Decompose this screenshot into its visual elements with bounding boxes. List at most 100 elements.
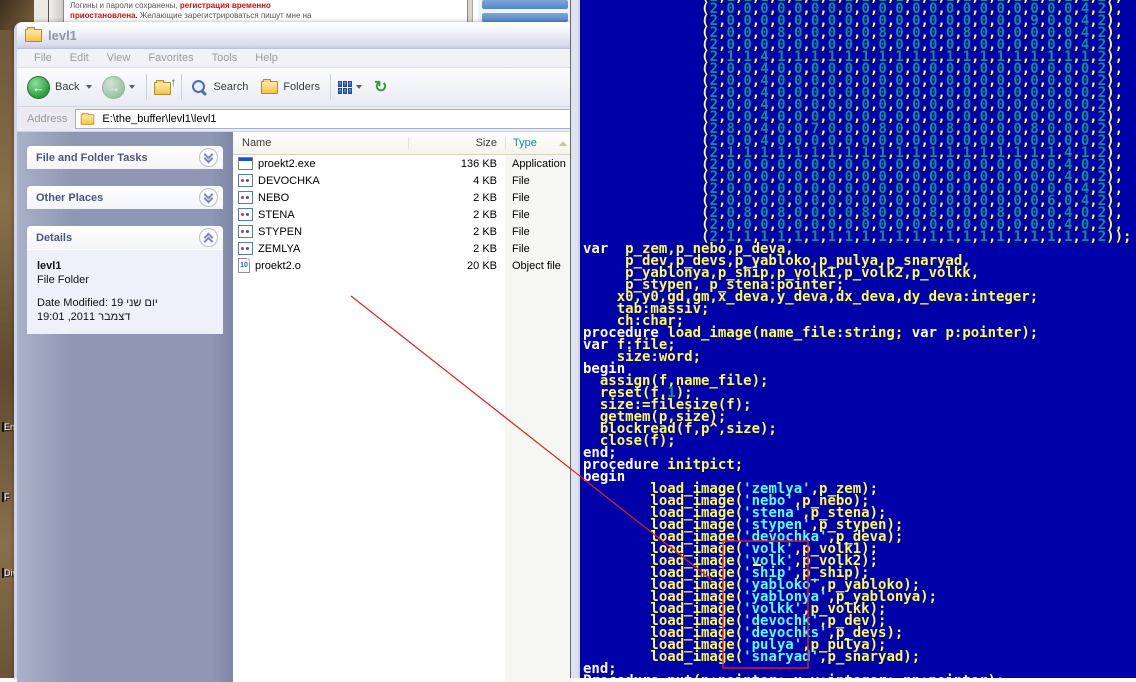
file-row[interactable]: NEBO 2 KBFile — [233, 189, 573, 206]
browser-text-gray1: Логины и пароли сохранены, — [70, 1, 180, 10]
up-button[interactable]: ↑ — [154, 79, 174, 95]
file-name: NEBO — [258, 192, 289, 204]
file-name: STENA — [258, 209, 295, 221]
code-text: (2,1,1,1,1,1,1,1,1,1,1,1,1,1,1,1,1,1,1,1… — [580, 0, 1136, 678]
list-header: Name Size Type — [233, 132, 573, 155]
back-button-label: Back — [55, 81, 79, 93]
chevron-down-icon[interactable] — [199, 148, 218, 167]
desktop-icon-label: Div — [4, 568, 14, 578]
file-name: proekt2.exe — [258, 158, 315, 170]
code-line: procedure initpict; — [583, 459, 1136, 471]
browser-window-edge — [34, 0, 49, 22]
back-dropdown-icon[interactable] — [86, 85, 92, 89]
browser-pane-border — [467, 0, 473, 22]
file-row[interactable]: STENA 2 KBFile — [233, 206, 573, 223]
back-button[interactable]: ← — [27, 76, 50, 99]
menu-bar: FileEditViewFavoritesToolsHelp — [17, 49, 573, 68]
file-name: proekt2.o — [255, 260, 301, 272]
browser-text: Логины и пароли сохранены, регистрация в… — [70, 1, 312, 21]
desktop-icon-enl[interactable]: Enl — [0, 422, 14, 432]
media-file-icon — [238, 191, 253, 204]
panel-details: Details levl1 File Folder Date Modified:… — [27, 226, 223, 334]
chevron-down-icon[interactable] — [199, 188, 218, 207]
file-row[interactable]: DEVOCHKA 4 KBFile — [233, 172, 573, 189]
toolbar-separator — [181, 74, 182, 100]
panel-other-places: Other Places — [27, 186, 223, 209]
title-bar[interactable]: levl1 — [17, 22, 573, 49]
file-size: 2 KB — [408, 192, 505, 204]
file-size: 2 KB — [408, 209, 505, 221]
menu-item-help[interactable]: Help — [246, 52, 287, 64]
menu-item-favorites[interactable]: Favorites — [139, 52, 202, 64]
panel-file-and-folder-tasks: File and Folder Tasks — [27, 146, 223, 169]
file-type: File — [505, 192, 573, 204]
panel-header[interactable]: File and Folder Tasks — [27, 146, 223, 169]
file-type: Object file — [505, 260, 573, 272]
file-size: 4 KB — [408, 175, 505, 187]
folders-icon[interactable] — [261, 81, 278, 94]
chevron-up-icon[interactable] — [199, 228, 218, 247]
desktop-icon-f[interactable]: F — [0, 492, 14, 502]
browser-scrollbar — [49, 0, 64, 22]
address-label: Address — [27, 113, 67, 125]
file-size: 2 KB — [408, 243, 505, 255]
refresh-icon[interactable]: ↻ — [374, 77, 387, 97]
file-name: ZEMLYA — [258, 243, 300, 255]
search-icon[interactable] — [191, 79, 208, 96]
menu-item-view[interactable]: View — [98, 52, 140, 64]
file-type: File — [505, 243, 573, 255]
search-button-label[interactable]: Search — [213, 81, 248, 93]
column-header-type-label: Type — [513, 137, 537, 149]
browser-text-gray2: Желающие зарегистрироваться пишут мне на — [138, 11, 312, 20]
address-input[interactable] — [100, 112, 572, 126]
file-type: File — [505, 175, 573, 187]
window-title: levl1 — [48, 28, 77, 43]
menu-item-edit[interactable]: Edit — [61, 52, 98, 64]
task-pane: File and Folder Tasks Other Places Detai… — [17, 132, 233, 682]
desktop-icon-label: Enl — [4, 422, 14, 432]
details-body: levl1 File Folder Date Modified: 19 יום … — [27, 249, 223, 334]
views-dropdown-icon[interactable] — [356, 85, 362, 89]
views-button-icon[interactable] — [338, 81, 352, 94]
panel-title: Details — [36, 232, 72, 244]
obj-file-icon: 10 — [238, 258, 250, 273]
forward-button[interactable]: → — [102, 76, 125, 99]
file-row[interactable]: 10 proekt2.o 20 KBObject file — [233, 257, 573, 274]
desktop-icon-div[interactable]: Div — [0, 568, 14, 578]
folder-icon — [25, 29, 42, 42]
folders-button-label[interactable]: Folders — [283, 81, 320, 93]
text-cursor — [753, 564, 761, 566]
address-bar: Address — [17, 107, 573, 132]
panel-title: File and Folder Tasks — [36, 152, 148, 164]
menu-item-file[interactable]: File — [25, 52, 61, 64]
file-size: 136 KB — [408, 158, 505, 170]
file-row[interactable]: ZEMLYA 2 KBFile — [233, 240, 573, 257]
background-browser-window: Логины и пароли сохранены, регистрация в… — [34, 0, 570, 22]
browser-panel-bar — [482, 13, 568, 22]
pascal-code-editor[interactable]: (2,1,1,1,1,1,1,1,1,1,1,1,1,1,1,1,1,1,1,1… — [578, 0, 1136, 678]
sort-ascending-icon — [559, 141, 567, 146]
column-header-size[interactable]: Size — [408, 137, 505, 149]
toolbar-separator — [330, 74, 331, 100]
panel-title: Other Places — [36, 192, 103, 204]
file-row[interactable]: STYPEN2 KBFile — [233, 223, 573, 240]
column-header-type[interactable]: Type — [505, 137, 573, 149]
file-type: File — [505, 209, 573, 221]
details-modified-line1: Date Modified: 19 יום שני — [37, 296, 213, 310]
file-name: DEVOCHKA — [258, 175, 320, 187]
file-size: 20 KB — [408, 260, 505, 272]
address-field[interactable] — [75, 109, 573, 129]
menu-item-tools[interactable]: Tools — [203, 52, 247, 64]
forward-dropdown-icon[interactable] — [129, 85, 135, 89]
file-type: File — [505, 226, 573, 238]
details-modified-line2: דצמבר 2011, 19:01 — [37, 310, 213, 324]
details-folder-name: levl1 — [37, 259, 213, 273]
browser-text-red2: приостановлена. — [70, 11, 138, 20]
column-header-name[interactable]: Name — [233, 137, 408, 149]
panel-header[interactable]: Details — [27, 226, 223, 249]
panel-header[interactable]: Other Places — [27, 186, 223, 209]
address-folder-icon — [81, 114, 95, 124]
media-file-icon — [238, 242, 253, 255]
file-row[interactable]: proekt2.exe136 KBApplication — [233, 155, 573, 172]
code-line: size:word; — [583, 351, 1136, 363]
